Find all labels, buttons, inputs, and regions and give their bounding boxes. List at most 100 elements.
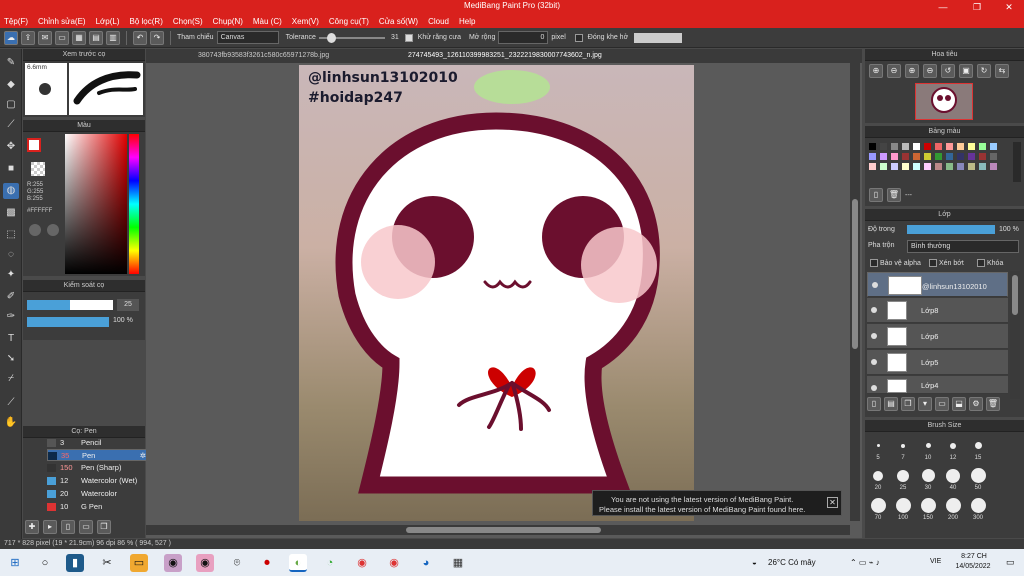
brush-size-option[interactable]: 200: [942, 498, 964, 521]
tolerance-slider[interactable]: [318, 32, 385, 43]
rotate-right-icon[interactable]: ↻: [977, 64, 991, 78]
palette-scrollbar[interactable]: [1013, 142, 1021, 182]
brush-size-option[interactable]: 50: [967, 468, 989, 491]
palette-swatch[interactable]: [891, 143, 898, 150]
menu-view[interactable]: Xem(V): [292, 17, 319, 26]
navigator-thumbnail[interactable]: [915, 83, 973, 120]
brush-menu-icon[interactable]: ▸: [43, 520, 57, 534]
color-sv-field[interactable]: [65, 134, 127, 274]
palette-swatch[interactable]: [968, 153, 975, 160]
palette-swatch[interactable]: [979, 153, 986, 160]
horizontal-scrollbar[interactable]: [146, 525, 850, 535]
gradient-tool-icon[interactable]: ▩: [3, 205, 19, 221]
palette-icon[interactable]: [29, 224, 41, 236]
palette-swatch[interactable]: [935, 153, 942, 160]
palette-swatch[interactable]: [979, 163, 986, 170]
palette-swatch[interactable]: [946, 163, 953, 170]
minimize-button[interactable]: —: [928, 0, 958, 14]
operation-tool-icon[interactable]: ➘: [3, 351, 19, 367]
brush-size-option[interactable]: 30: [917, 468, 939, 491]
tab-document-1[interactable]: 380743fb93583f3261c580c65971278b.jpg: [198, 52, 329, 59]
palette-swatch[interactable]: [957, 163, 964, 170]
capcut-icon[interactable]: ✂: [98, 554, 116, 572]
brush-size-option[interactable]: 70: [867, 498, 889, 521]
brush-opacity-slider[interactable]: [27, 317, 109, 327]
move-tool-icon[interactable]: ✥: [3, 139, 19, 155]
menu-help[interactable]: Help: [459, 17, 475, 26]
calculator-icon[interactable]: ▦: [449, 554, 467, 572]
eye-icon[interactable]: [872, 282, 878, 288]
notification-line2[interactable]: Please install the latest version of Med…: [599, 505, 805, 514]
palette-swatch[interactable]: [979, 143, 986, 150]
brush-size-option[interactable]: 12: [942, 438, 964, 461]
blend-mode-select[interactable]: Bình thường: [907, 240, 1019, 253]
brush-item[interactable]: 150 Pen (Sharp): [47, 462, 151, 474]
cloud-save-icon[interactable]: ▭: [55, 30, 69, 45]
brush-item[interactable]: 12 Watercolor (Wet): [47, 475, 151, 487]
palette-swatch[interactable]: [957, 143, 964, 150]
palette-swatch[interactable]: [902, 163, 909, 170]
palette-swatch[interactable]: [957, 153, 964, 160]
primary-color-swatch[interactable]: [27, 138, 41, 152]
palette-swatch[interactable]: [869, 163, 876, 170]
brush-size-option[interactable]: 20: [867, 468, 889, 491]
palette-swatches[interactable]: [867, 140, 1012, 182]
page-icon[interactable]: ▤: [89, 30, 103, 45]
palette-swatch[interactable]: [913, 143, 920, 150]
divide-tool-icon[interactable]: ⟋: [3, 395, 19, 411]
antialias-checkbox[interactable]: [404, 33, 413, 42]
eye-icon[interactable]: [871, 307, 877, 313]
brush-copy-icon[interactable]: ❐: [97, 520, 111, 534]
zoom-out-alt-icon[interactable]: ⊖: [923, 64, 937, 78]
lock-checkbox[interactable]: [977, 259, 985, 267]
palette-swatch[interactable]: [902, 143, 909, 150]
camera-icon[interactable]: ⌾: [228, 554, 246, 572]
brush-size-slider[interactable]: [27, 300, 113, 310]
brush-size-option[interactable]: 25: [892, 468, 914, 491]
brush-item[interactable]: 3 Pencil: [47, 437, 151, 449]
bucket-tool-icon[interactable]: ◍: [3, 183, 19, 199]
fit-icon[interactable]: ▣: [959, 64, 973, 78]
vertical-scroll-thumb[interactable]: [852, 199, 858, 349]
protect-alpha-checkbox[interactable]: [870, 259, 878, 267]
close-button[interactable]: ✕: [994, 0, 1024, 14]
folder-icon[interactable]: ▭: [935, 397, 949, 411]
layer-row[interactable]: Lớp4: [867, 376, 1008, 394]
expand-input[interactable]: 0: [498, 31, 549, 44]
gap-checkbox[interactable]: [574, 33, 583, 42]
select-pen-icon[interactable]: ✐: [3, 289, 19, 305]
clipping-checkbox[interactable]: [929, 259, 937, 267]
app3-icon[interactable]: ◔: [321, 554, 339, 572]
clock-date[interactable]: 14/05/2022: [950, 563, 996, 570]
new-palette-icon[interactable]: ▯: [869, 188, 883, 202]
chrome-icon[interactable]: ◉: [353, 554, 371, 572]
system-tray-icons[interactable]: ⌃ ▭ ⌁ ♪: [850, 558, 880, 567]
menu-filter[interactable]: Bộ lọc(R): [130, 17, 163, 26]
cloud-icon[interactable]: ☁: [4, 30, 18, 45]
record-icon[interactable]: ⏺: [258, 554, 276, 572]
horizontal-scroll-thumb[interactable]: [406, 527, 601, 533]
medibang-icon[interactable]: ◐: [289, 554, 307, 572]
brush-size-option[interactable]: 10: [917, 438, 939, 461]
menu-layer[interactable]: Lớp(L): [96, 17, 120, 26]
menu-window[interactable]: Cửa số(W): [379, 17, 418, 26]
delete-palette-icon[interactable]: 🗑: [887, 188, 901, 202]
palette-swatch[interactable]: [968, 143, 975, 150]
magic-wand-icon[interactable]: ✦: [3, 267, 19, 283]
menu-snap[interactable]: Chụp(N): [213, 17, 243, 26]
select-tool-icon[interactable]: ⬚: [3, 227, 19, 243]
lasso-tool-icon[interactable]: ◌: [3, 247, 19, 263]
grid-icon[interactable]: ▦: [72, 30, 86, 45]
menu-cloud[interactable]: Cloud: [428, 17, 449, 26]
add-brush-icon[interactable]: ✚: [25, 520, 39, 534]
canvas-image[interactable]: @linhsun13102010 #hoidap247: [299, 65, 694, 521]
palette-swatch[interactable]: [935, 163, 942, 170]
copy-layer-icon[interactable]: ❐: [901, 397, 915, 411]
search-icon[interactable]: ○: [36, 554, 54, 572]
brush-size-option[interactable]: 40: [942, 468, 964, 491]
palette-swatch[interactable]: [913, 153, 920, 160]
comment-icon[interactable]: ✉: [38, 30, 52, 45]
eraser-tool-icon[interactable]: ◆: [3, 77, 19, 93]
text-tool-icon[interactable]: T: [3, 331, 19, 347]
dot-tool-icon[interactable]: ▢: [3, 97, 19, 113]
